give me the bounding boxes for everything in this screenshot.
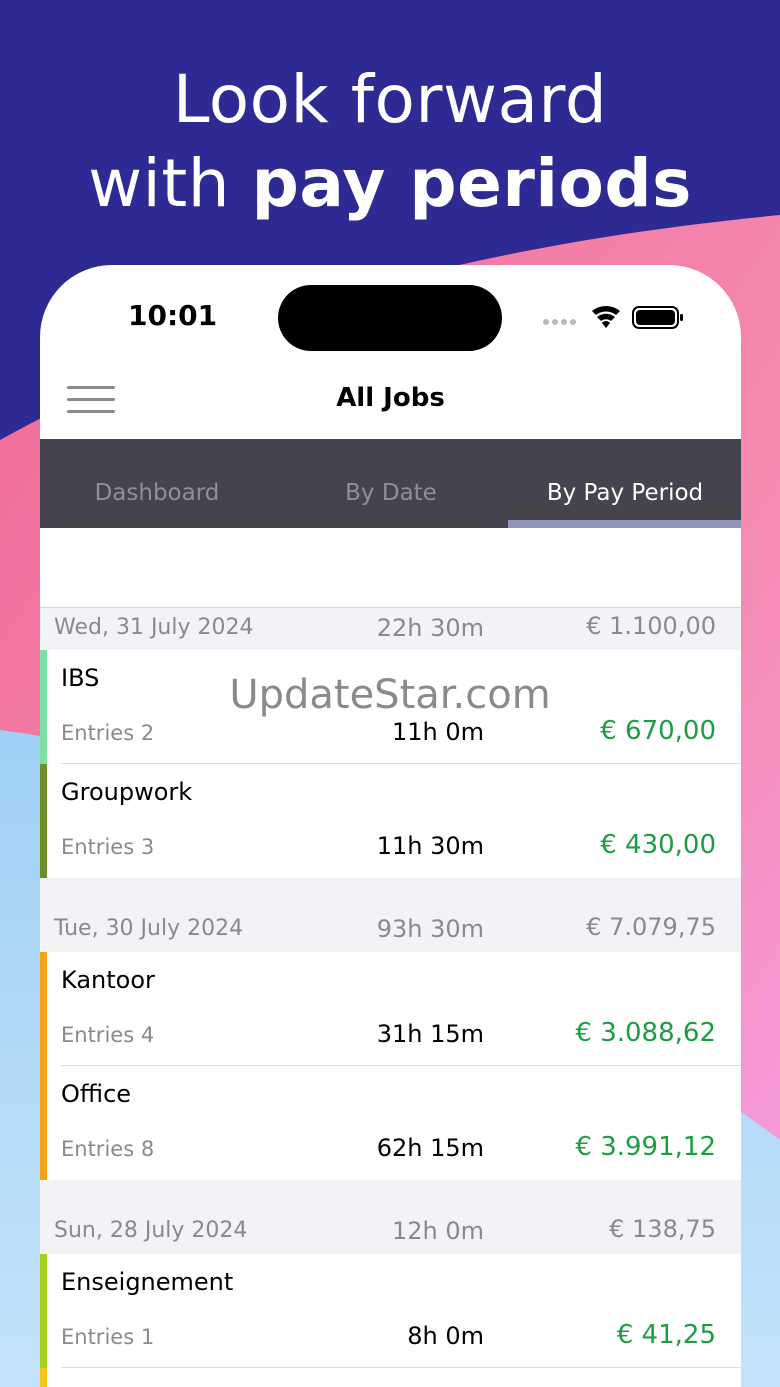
section-amount: € 7.079,75	[586, 913, 716, 941]
active-tab-indicator	[508, 520, 741, 528]
tab-bar: Dashboard By Date By Pay Period	[40, 439, 741, 528]
job-amount: € 670,00	[600, 716, 716, 746]
section-hours: 93h 30m	[376, 915, 484, 943]
pay-period-list[interactable]: Wed, 31 July 2024 22h 30m € 1.100,00 IBS…	[40, 528, 741, 1387]
status-time: 10:01	[128, 299, 218, 332]
headline-line-1: Look forward	[172, 61, 608, 138]
section-amount: € 1.100,00	[586, 612, 716, 640]
job-entries: Entries 3	[61, 835, 155, 859]
tab-by-date[interactable]: By Date	[274, 439, 508, 528]
tab-by-pay-period[interactable]: By Pay Period	[508, 439, 741, 528]
section-hours: 22h 30m	[376, 614, 484, 642]
job-name: Kantoor	[61, 966, 155, 994]
job-name: Groupwork	[61, 778, 193, 806]
wifi-icon	[592, 305, 620, 328]
section-gap	[40, 878, 741, 909]
job-name: Enseignement	[61, 1268, 234, 1296]
job-amount: € 430,00	[600, 830, 716, 860]
headline: Look forward with pay periods	[0, 58, 780, 226]
job-row[interactable]: Groupwork Entries 3 11h 30m € 430,00	[40, 764, 741, 878]
job-amount: € 3.991,12	[575, 1132, 716, 1162]
battery-icon	[632, 306, 683, 329]
section-header: Tue, 30 July 2024 93h 30m € 7.079,75	[40, 909, 741, 953]
status-bar: 10:01	[40, 265, 741, 365]
job-amount: € 3.088,62	[575, 1018, 716, 1048]
headline-line-2-prefix: with	[88, 145, 252, 222]
section-date: Tue, 30 July 2024	[54, 916, 244, 941]
headline-line-2: with pay periods	[88, 145, 692, 222]
section-hours: 12h 0m	[391, 1217, 484, 1245]
dynamic-island	[278, 285, 502, 351]
job-entries: Entries 1	[61, 1325, 155, 1349]
job-color-bar	[40, 1066, 47, 1180]
job-row[interactable]: Kantoor Entries 4 31h 15m € 3.088,62	[40, 952, 741, 1066]
section-date: Sun, 28 July 2024	[54, 1218, 248, 1243]
job-hours: 11h 30m	[376, 832, 484, 860]
job-hours: 31h 15m	[376, 1020, 484, 1048]
job-amount: € 41,25	[616, 1320, 716, 1350]
cellular-signal-icon	[543, 319, 576, 325]
section-header: Sun, 28 July 2024 12h 0m € 138,75	[40, 1211, 741, 1255]
watermark: UpdateStar.com	[229, 672, 551, 718]
job-color-bar	[40, 952, 47, 1066]
job-row[interactable]	[40, 1368, 741, 1387]
phone-screen: 10:01 All Jobs Dashboard By Date By Pay …	[40, 265, 741, 1387]
section-date: Wed, 31 July 2024	[54, 615, 254, 640]
headline-line-2-bold: pay periods	[251, 145, 692, 222]
navigation-bar: All Jobs	[40, 365, 741, 439]
job-entries: Entries 8	[61, 1137, 155, 1161]
job-color-bar	[40, 764, 47, 878]
job-entries: Entries 4	[61, 1023, 155, 1047]
section-header: Wed, 31 July 2024 22h 30m € 1.100,00	[40, 607, 741, 651]
job-hours: 8h 0m	[407, 1322, 484, 1350]
job-hours: 62h 15m	[376, 1134, 484, 1162]
page-title: All Jobs	[336, 383, 445, 413]
job-hours: 11h 0m	[391, 718, 484, 746]
job-entries: Entries 2	[61, 721, 155, 745]
section-gap	[40, 1180, 741, 1211]
status-icons	[543, 305, 683, 329]
job-row[interactable]: Office Entries 8 62h 15m € 3.991,12	[40, 1066, 741, 1180]
job-name: Office	[61, 1080, 132, 1108]
job-color-bar	[40, 1254, 47, 1368]
section-amount: € 138,75	[609, 1215, 716, 1243]
job-color-bar	[40, 1368, 47, 1387]
job-row[interactable]: Enseignement Entries 1 8h 0m € 41,25	[40, 1254, 741, 1368]
tab-dashboard[interactable]: Dashboard	[40, 439, 274, 528]
